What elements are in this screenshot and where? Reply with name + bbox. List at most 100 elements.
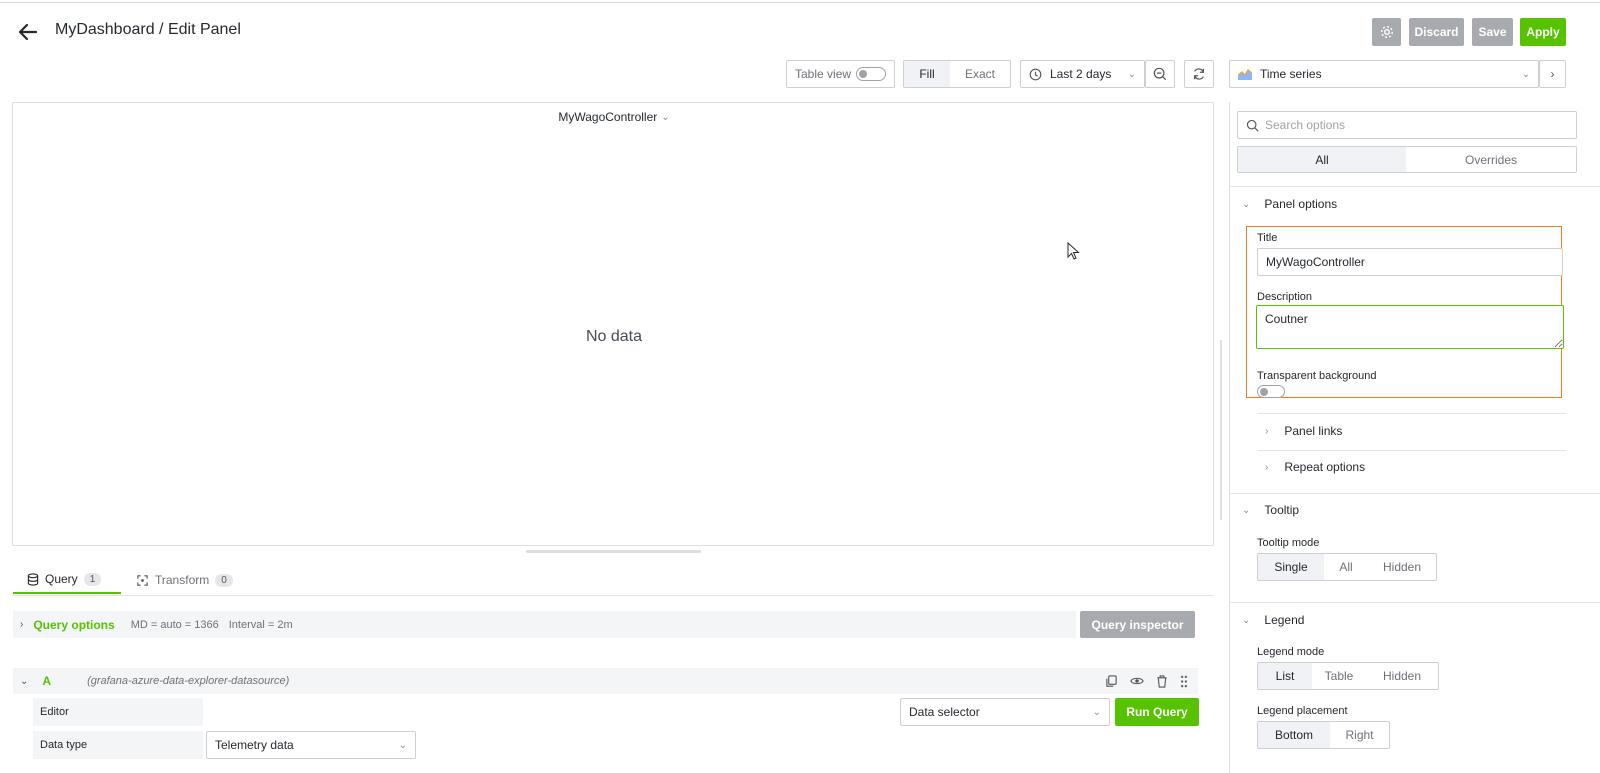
legend-mode-list[interactable]: List xyxy=(1258,663,1312,689)
trash-icon[interactable] xyxy=(1156,674,1168,688)
chevron-down-icon: ⌄ xyxy=(1092,706,1101,718)
table-view-switch[interactable] xyxy=(856,67,886,81)
data-type-dropdown[interactable]: Telemetry data ⌄ xyxy=(206,731,416,759)
chevron-down-icon: ⌄ xyxy=(661,111,670,123)
transparent-bg-switch[interactable] xyxy=(1257,385,1285,398)
time-series-icon xyxy=(1238,69,1252,80)
resize-handle[interactable] xyxy=(526,550,701,553)
title-input[interactable] xyxy=(1257,248,1563,276)
tooltip-mode-hidden[interactable]: Hidden xyxy=(1368,554,1436,580)
data-selector-dropdown[interactable]: Data selector ⌄ xyxy=(900,698,1110,726)
collapse-options-button[interactable]: › xyxy=(1539,60,1566,88)
tooltip-header[interactable]: ⌄ Tooltip xyxy=(1242,503,1299,517)
chevron-down-icon: ⌄ xyxy=(1127,68,1136,80)
save-button[interactable]: Save xyxy=(1472,18,1513,46)
eye-icon[interactable] xyxy=(1130,675,1144,687)
tab-transform-label: Transform xyxy=(155,573,210,587)
apply-button[interactable]: Apply xyxy=(1520,18,1566,46)
fill-option[interactable]: Fill xyxy=(904,61,950,87)
tooltip-mode-label: Tooltip mode xyxy=(1257,537,1320,549)
query-row-header[interactable]: ⌄ A (grafana-azure-data-explorer-datasou… xyxy=(13,668,1198,694)
chevron-down-icon: ⌄ xyxy=(20,675,29,687)
query-options-label: Query options xyxy=(33,617,115,632)
tab-overrides[interactable]: Overrides xyxy=(1406,147,1576,172)
chevron-down-icon: ⌄ xyxy=(398,739,407,751)
drag-handle-icon[interactable] xyxy=(1180,675,1188,688)
run-query-button[interactable]: Run Query xyxy=(1115,698,1199,726)
no-data-message: No data xyxy=(585,328,643,345)
query-datasource: (grafana-azure-data-explorer-datasource) xyxy=(87,675,290,687)
settings-button[interactable] xyxy=(1372,18,1401,46)
scrollbar[interactable] xyxy=(1220,340,1222,520)
exact-option[interactable]: Exact xyxy=(950,61,1010,87)
query-options-row[interactable]: › Query options MD = auto = 1366 Interva… xyxy=(13,611,1076,638)
tab-query-count: 1 xyxy=(83,572,102,586)
page-title: MyDashboard / Edit Panel xyxy=(55,21,241,38)
tooltip-title: Tooltip xyxy=(1264,503,1300,517)
chevron-down-icon: ⌄ xyxy=(1521,68,1530,80)
title-label: Title xyxy=(1257,232,1278,244)
query-actions xyxy=(1105,674,1198,688)
visualization-picker[interactable]: Time series ⌄ xyxy=(1229,60,1539,88)
search-icon xyxy=(1246,119,1259,132)
repeat-options-label: Repeat options xyxy=(1284,460,1366,474)
panel-preview: MyWagoController ⌄ No data xyxy=(12,102,1214,546)
tab-transform[interactable]: Transform 0 xyxy=(136,566,246,594)
legend-divider xyxy=(1230,602,1600,603)
discard-button[interactable]: Discard xyxy=(1409,18,1464,46)
top-border xyxy=(0,2,1600,3)
query-options-interval: Interval = 2m xyxy=(228,618,293,631)
chevron-right-icon: › xyxy=(1550,67,1555,81)
refresh-button[interactable] xyxy=(1184,60,1214,88)
tooltip-mode-all[interactable]: All xyxy=(1324,554,1368,580)
table-view-label: Table view xyxy=(795,67,852,81)
legend-placement-label: Legend placement xyxy=(1257,705,1348,717)
chevron-down-icon: ⌄ xyxy=(1242,614,1251,626)
tab-query[interactable]: Query 1 xyxy=(13,566,121,594)
fill-exact-toggle: Fill Exact xyxy=(903,60,1011,88)
legend-header[interactable]: ⌄ Legend xyxy=(1242,613,1304,627)
tabs-divider xyxy=(12,595,1214,596)
copy-icon[interactable] xyxy=(1105,674,1118,688)
panel-header[interactable]: MyWagoController ⌄ xyxy=(13,110,1215,124)
back-arrow-icon[interactable] xyxy=(16,20,40,44)
search-options-placeholder: Search options xyxy=(1265,118,1346,132)
legend-placement-right[interactable]: Right xyxy=(1330,722,1389,748)
chevron-right-icon: › xyxy=(1265,425,1269,437)
mouse-cursor-icon xyxy=(1067,242,1080,260)
query-options-md: MD = auto = 1366 xyxy=(130,618,219,631)
tab-all[interactable]: All xyxy=(1238,147,1406,172)
description-textarea[interactable]: Coutner xyxy=(1256,305,1564,349)
time-range-picker[interactable]: Last 2 days ⌄ xyxy=(1020,60,1145,88)
chevron-right-icon: › xyxy=(20,619,24,630)
clock-icon xyxy=(1029,68,1042,80)
zoom-out-icon xyxy=(1153,67,1167,81)
chevron-down-icon: ⌄ xyxy=(1242,504,1251,516)
search-options-field[interactable]: Search options xyxy=(1237,111,1577,139)
legend-mode-hidden[interactable]: Hidden xyxy=(1366,663,1438,689)
repeat-options-row[interactable]: › Repeat options xyxy=(1265,460,1365,474)
tooltip-mode-single[interactable]: Single xyxy=(1258,554,1324,580)
panel-options-divider xyxy=(1257,413,1567,414)
tab-transform-count: 0 xyxy=(215,573,233,587)
panel-links-row[interactable]: › Panel links xyxy=(1265,424,1342,438)
transform-icon xyxy=(137,574,148,586)
legend-mode-table[interactable]: Table xyxy=(1312,663,1366,689)
tooltip-divider xyxy=(1230,493,1600,494)
editor-label: Editor xyxy=(40,706,69,718)
time-range-label: Last 2 days xyxy=(1050,67,1112,81)
data-type-value: Telemetry data xyxy=(215,738,294,752)
tab-query-label: Query xyxy=(45,572,78,586)
options-divider xyxy=(1230,186,1600,187)
query-ref-id[interactable]: A xyxy=(42,674,51,688)
panel-options-header[interactable]: ⌄ Panel options xyxy=(1242,197,1337,211)
legend-placement-bottom[interactable]: Bottom xyxy=(1258,722,1330,748)
panel-links-label: Panel links xyxy=(1284,424,1343,438)
query-inspector-button[interactable]: Query inspector xyxy=(1080,611,1195,638)
zoom-out-button[interactable] xyxy=(1145,60,1175,88)
legend-mode-toggle: List Table Hidden xyxy=(1257,662,1439,690)
table-view-toggle[interactable]: Table view xyxy=(786,60,895,88)
data-selector-label: Data selector xyxy=(909,705,980,719)
transparent-bg-label: Transparent background xyxy=(1257,370,1377,382)
chevron-right-icon: › xyxy=(1265,461,1269,473)
